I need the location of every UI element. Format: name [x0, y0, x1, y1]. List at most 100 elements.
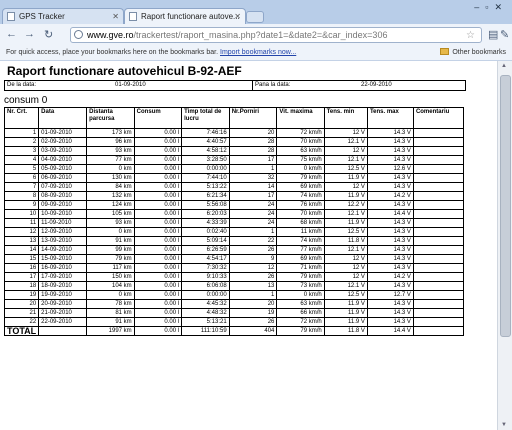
- table-cell: 14.3 V: [366, 254, 414, 264]
- table-cell: 21-09-2010: [38, 308, 88, 318]
- table-cell: 24: [228, 218, 278, 228]
- table-cell: 173 km: [86, 128, 135, 138]
- table-cell: 79 km/h: [276, 326, 325, 336]
- table-cell: 14.3 V: [366, 218, 414, 228]
- table-cell: 0 km: [86, 164, 135, 174]
- table-cell: 11.9 V: [323, 218, 368, 228]
- tab-raport[interactable]: Raport functionare autove... ✕: [124, 8, 246, 24]
- tab-label: Raport functionare autove...: [141, 12, 240, 21]
- table-row: 12 12-09-2010 0 km 0.00 l 0:02:40 1 11 km/h 12.…: [3, 227, 465, 237]
- table-cell: [38, 326, 88, 336]
- table-row: 11 11-09-2010 93 km 0.00 l 4:33:39 24 68 km/h 1…: [3, 218, 465, 228]
- table-cell: 14.3 V: [366, 227, 414, 237]
- table-row: 5 05-09-2010 0 km 0.00 l 0:00:00 1 0 km/h 12.5 …: [3, 164, 465, 174]
- scroll-up-icon[interactable]: ▲: [501, 63, 507, 69]
- table-cell: 117 km: [86, 263, 135, 273]
- table-cell: 2: [3, 137, 40, 147]
- table-cell: 4:48:32: [181, 308, 230, 318]
- report-title: Raport functionare autovehicul B-92-AEF: [7, 64, 242, 78]
- table-cell: [412, 317, 465, 327]
- table-cell: 11.9 V: [323, 173, 368, 183]
- bookmarks-bar: For quick access, place your bookmarks h…: [0, 46, 512, 61]
- table-cell: 03-09-2010: [38, 146, 88, 156]
- close-icon[interactable]: ✕: [234, 9, 241, 25]
- new-tab-button[interactable]: [246, 11, 264, 23]
- table-cell: 9: [228, 254, 278, 264]
- page-icon: [129, 12, 137, 21]
- star-icon[interactable]: ☆: [466, 29, 475, 42]
- table-cell: 4:40:57: [181, 137, 230, 147]
- to-label: Pana la data:: [255, 82, 291, 88]
- table-cell: 14.3 V: [366, 173, 414, 183]
- page-icon[interactable]: ▤: [488, 28, 498, 41]
- table-cell: 4:33:39: [181, 218, 230, 228]
- table-cell: 5:09:14: [181, 236, 230, 246]
- table-cell: 0 km: [86, 290, 135, 300]
- table-cell: [412, 299, 465, 309]
- table-cell: 0.00 l: [133, 218, 183, 228]
- table-row: 14 14-09-2010 99 km 0.00 l 6:26:59 26 77 km/h 1…: [3, 245, 465, 255]
- table-cell: 14.3 V: [366, 128, 414, 138]
- table-cell: [412, 254, 465, 264]
- table-cell: 71 km/h: [276, 263, 325, 273]
- scroll-thumb[interactable]: [500, 75, 511, 337]
- table-cell: [412, 209, 465, 219]
- table-cell: 14.3 V: [366, 317, 414, 327]
- table-cell: 11.9 V: [323, 308, 368, 318]
- table-cell: 99 km: [86, 245, 135, 255]
- table-cell: 19-09-2010: [38, 290, 88, 300]
- table-cell: 0.00 l: [133, 317, 183, 327]
- table-row: 10 10-09-2010 105 km 0.00 l 6:20:03 24 70 km/h…: [3, 209, 465, 219]
- table-cell: 01-09-2010: [38, 128, 88, 138]
- column-header: Tens. min: [323, 107, 368, 129]
- table-cell: 11.9 V: [323, 317, 368, 327]
- column-header: Consum: [133, 107, 183, 129]
- table-cell: [412, 137, 465, 147]
- reload-icon[interactable]: ↻: [44, 28, 53, 41]
- table-cell: 12.1 V: [323, 281, 368, 291]
- table-cell: 14.3 V: [366, 308, 414, 318]
- scrollbar[interactable]: ▲ ▼: [497, 61, 512, 430]
- table-cell: 11.8 V: [323, 236, 368, 246]
- table-cell: 1: [228, 227, 278, 237]
- consum-label: consum 0: [4, 95, 48, 106]
- table-cell: 77 km/h: [276, 245, 325, 255]
- toolbar: ← → ↻ www.gve.ro/trackertest/raport_masi…: [0, 24, 512, 47]
- table-cell: 0.00 l: [133, 299, 183, 309]
- scroll-down-icon[interactable]: ▼: [501, 422, 507, 428]
- table-cell: 4:45:32: [181, 299, 230, 309]
- table-cell: 11.9 V: [323, 191, 368, 201]
- wrench-icon[interactable]: ✎: [500, 28, 509, 41]
- from-value: 01-09-2010: [113, 81, 253, 90]
- tab-gps-tracker[interactable]: GPS Tracker ✕: [2, 8, 124, 24]
- address-bar[interactable]: www.gve.ro/trackertest/raport_masina.php…: [70, 27, 482, 43]
- close-icon[interactable]: ✕: [112, 9, 119, 25]
- table-cell: 07-09-2010: [38, 182, 88, 192]
- table-cell: 79 km/h: [276, 173, 325, 183]
- date-range-row: De la data: 01-09-2010 Pana la data: 22-…: [4, 80, 466, 91]
- table-cell: [412, 173, 465, 183]
- forward-icon[interactable]: →: [24, 28, 35, 40]
- table-cell: 72 km/h: [276, 317, 325, 327]
- table-cell: 12: [228, 263, 278, 273]
- table-cell: 0 km/h: [276, 290, 325, 300]
- back-icon[interactable]: ←: [6, 28, 17, 40]
- table-cell: 0.00 l: [133, 137, 183, 147]
- table-row: 9 09-09-2010 124 km 0.00 l 5:56:08 24 76 km/h 1…: [3, 200, 465, 210]
- window-controls[interactable]: –▫✕: [474, 2, 508, 13]
- import-bookmarks-link[interactable]: Import bookmarks now...: [220, 49, 296, 56]
- table-cell: 14.3 V: [366, 281, 414, 291]
- table-cell: 12.7 V: [366, 290, 414, 300]
- table-cell: [412, 227, 465, 237]
- table-cell: 28: [228, 137, 278, 147]
- table-cell: 0:00:00: [181, 164, 230, 174]
- table-cell: [412, 155, 465, 165]
- table-cell: 0.00 l: [133, 128, 183, 138]
- column-header: Distanta parcursa: [86, 107, 135, 129]
- table-cell: 10: [3, 209, 40, 219]
- table-cell: 12.2 V: [323, 200, 368, 210]
- table-cell: 3: [3, 146, 40, 156]
- table-cell: 14: [3, 245, 40, 255]
- table-cell: 32: [228, 173, 278, 183]
- other-bookmarks[interactable]: Other bookmarks: [440, 46, 506, 60]
